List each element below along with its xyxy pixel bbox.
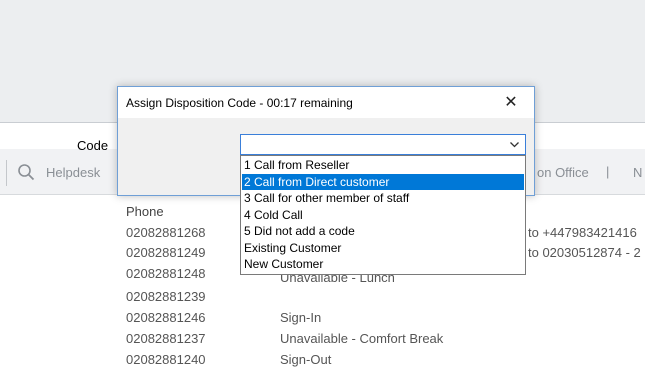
dropdown-option[interactable]: New Customer: [242, 256, 524, 273]
dropdown-option[interactable]: 3 Call for other member of staff: [242, 190, 524, 207]
dropdown-option[interactable]: 4 Cold Call: [242, 207, 524, 224]
table-row-status: Sign-Out: [280, 352, 332, 367]
phone-column-header[interactable]: Phone: [126, 204, 164, 219]
dropdown-option[interactable]: Existing Customer: [242, 240, 524, 257]
divider: [6, 160, 7, 186]
dialog-title: Assign Disposition Code - 00:17 remainin…: [126, 96, 353, 110]
code-label: Code: [77, 138, 109, 153]
search-input[interactable]: Helpdesk: [46, 165, 100, 180]
table-row-phone: 02082881248: [126, 266, 206, 281]
table-row-phone: 02082881239: [126, 289, 206, 304]
table-row-phone: 02082881268: [126, 225, 206, 240]
toolbar-separator: |: [606, 164, 610, 179]
code-select[interactable]: [240, 134, 526, 155]
table-row-note: to 02030512874 - 2: [528, 245, 641, 260]
table-row-phone: 02082881237: [126, 331, 206, 346]
table-row-phone: 02082881249: [126, 245, 206, 260]
office-filter[interactable]: on Office: [537, 165, 589, 180]
dropdown-option[interactable]: 5 Did not add a code: [242, 223, 524, 240]
table-row-note: to +447983421416: [528, 225, 637, 240]
dropdown-option[interactable]: 1 Call from Reseller: [242, 157, 524, 174]
toolbar-truncated-label[interactable]: N: [633, 165, 642, 180]
dialog-titlebar[interactable]: Assign Disposition Code - 00:17 remainin…: [118, 87, 534, 118]
search-icon[interactable]: [17, 163, 35, 181]
dropdown-option-highlighted[interactable]: 2 Call from Direct customer: [242, 173, 524, 190]
table-row-status: Unavailable - Comfort Break: [280, 331, 444, 346]
table-row-phone: 02082881246: [126, 310, 206, 325]
table-row-phone: 02082881240: [126, 352, 206, 367]
close-icon[interactable]: ✕: [500, 93, 522, 113]
chevron-down-icon: [510, 142, 519, 148]
table-row-status: Sign-In: [280, 310, 322, 325]
code-dropdown-list: 1 Call from Reseller 2 Call from Direct …: [240, 155, 526, 275]
